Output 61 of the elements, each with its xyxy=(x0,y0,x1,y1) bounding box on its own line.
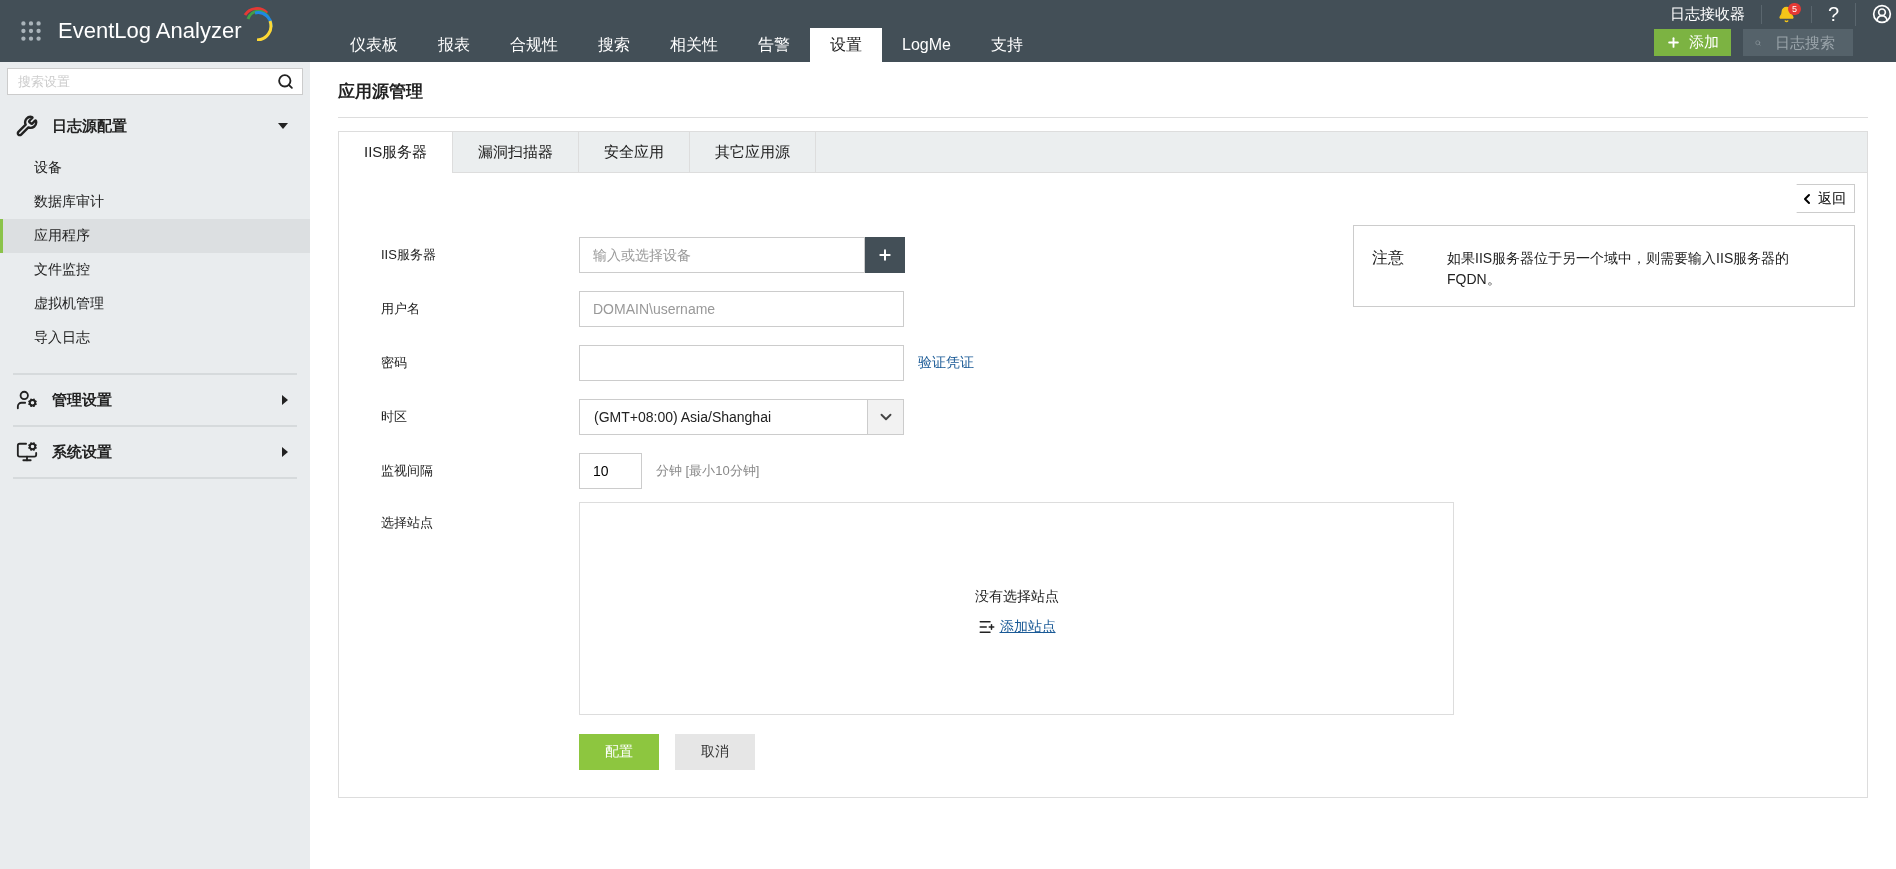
device-field[interactable]: 输入或选择设备 xyxy=(579,237,865,273)
note-title: 注意 xyxy=(1372,248,1405,268)
nav-tab[interactable]: LogMe xyxy=(882,28,971,62)
note-text: 如果IIS服务器位于另一个域中，则需要输入IIS服务器的FQDN。 xyxy=(1447,249,1791,289)
sidebar-item[interactable]: 虚拟机管理 xyxy=(0,287,310,321)
tab[interactable]: 其它应用源 xyxy=(690,132,817,172)
monitor-gear-icon xyxy=(16,441,38,463)
sidebar-section[interactable]: 日志源配置 xyxy=(0,101,310,151)
field-label: 监视间隔 xyxy=(381,462,434,480)
help-button[interactable]: ? xyxy=(1827,2,1839,26)
log-search-field[interactable]: 日志搜索 xyxy=(1772,33,1853,52)
timezone-select[interactable]: (GMT+08:00) Asia/Shanghai xyxy=(579,399,904,435)
field-label: 时区 xyxy=(381,408,408,426)
log-receiver-link[interactable]: 日志接收器 xyxy=(1653,4,1762,24)
tab[interactable]: IIS服务器 xyxy=(339,132,454,173)
caret-down-icon xyxy=(278,123,288,129)
user-gear-icon xyxy=(16,389,38,411)
nav-tab[interactable]: 告警 xyxy=(738,28,810,62)
add-site-link[interactable]: 添加站点 xyxy=(999,617,1056,636)
nav-tab[interactable]: 支持 xyxy=(970,28,1043,62)
logo-arcs-icon xyxy=(241,7,274,41)
verify-link[interactable]: 验证凭证 xyxy=(918,354,974,372)
nav-tab[interactable]: 相关性 xyxy=(650,28,738,62)
search-icon xyxy=(277,73,294,90)
nav-tab[interactable]: 合规性 xyxy=(490,28,578,62)
field-label: IIS服务器 xyxy=(381,246,437,264)
notification-badge: 5 xyxy=(1787,2,1801,15)
tools-icon xyxy=(16,115,38,137)
log-search-box[interactable]: 日志搜索 xyxy=(1742,29,1853,56)
interval-hint: 分钟 [最小10分钟] xyxy=(656,462,760,480)
add-device-button[interactable] xyxy=(865,237,905,273)
password-field[interactable] xyxy=(579,345,904,381)
tab[interactable]: 安全应用 xyxy=(579,132,691,172)
logo-text: EventLog Analyzer xyxy=(58,18,242,44)
caret-right-icon xyxy=(282,447,288,457)
sidebar-section[interactable]: 管理设置 xyxy=(0,375,310,425)
bell-icon[interactable] xyxy=(1777,5,1795,23)
field-label: 密码 xyxy=(381,354,408,372)
caret-right-icon xyxy=(282,395,288,405)
sidebar-item[interactable]: 导入日志 xyxy=(0,321,310,355)
page-title: 应用源管理 xyxy=(338,62,1868,118)
nav-tab[interactable]: 搜索 xyxy=(578,28,650,62)
nav-tab[interactable]: 仪表板 xyxy=(330,28,418,62)
username-field[interactable]: DOMAIN\username xyxy=(579,291,904,327)
field-label: 用户名 xyxy=(381,300,421,318)
cancel-button[interactable]: 取消 xyxy=(675,734,755,770)
app-grid-icon[interactable] xyxy=(18,18,44,44)
field-label: 选择站点 xyxy=(381,514,434,532)
sidebar-item[interactable]: 设备 xyxy=(0,151,310,185)
user-avatar-icon[interactable] xyxy=(1872,4,1892,24)
nav-tab[interactable]: 设置 xyxy=(810,28,882,62)
sidebar-item[interactable]: 文件监控 xyxy=(0,253,310,287)
sidebar-section[interactable]: 系统设置 xyxy=(0,427,310,477)
empty-message: 没有选择站点 xyxy=(974,587,1059,606)
sidebar-item[interactable]: 应用程序 xyxy=(0,219,310,253)
interval-field[interactable]: 10 xyxy=(579,453,642,489)
plus-icon xyxy=(1665,35,1681,50)
tab[interactable]: 漏洞扫描器 xyxy=(453,132,580,172)
plus-icon xyxy=(877,247,893,263)
sidebar-item[interactable]: 数据库审计 xyxy=(0,185,310,219)
nav-tab[interactable]: 报表 xyxy=(418,28,490,62)
